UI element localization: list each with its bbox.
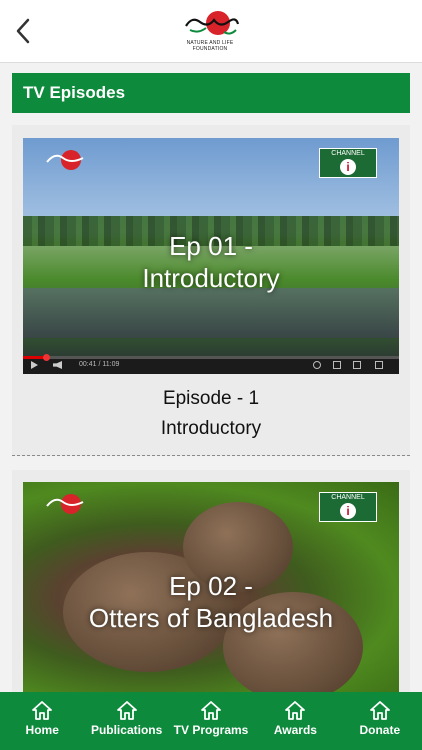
tab-publications[interactable]: Publications xyxy=(84,692,168,750)
miniplayer-icon[interactable] xyxy=(353,361,361,369)
channel-number: i xyxy=(340,503,356,519)
overlay-line-1: Ep 02 - xyxy=(169,571,253,601)
episode-name-1: Episode - 1 Introductory xyxy=(12,384,410,444)
channel-number: i xyxy=(340,159,356,175)
tab-label: Publications xyxy=(90,723,163,737)
episode-overlay-title: Ep 01 - Introductory xyxy=(23,230,399,294)
water-reflection xyxy=(23,288,399,338)
app-header: NATURE AND LIFE FOUNDATION xyxy=(0,0,422,63)
video-player-1[interactable]: CHANNEL i Ep 01 - Introductory 00:41 / 1… xyxy=(23,138,399,374)
player-time: 00:41 / 11:09 xyxy=(79,361,120,368)
watermark-logo xyxy=(46,150,84,170)
channel-badge: CHANNEL i xyxy=(319,148,377,178)
episode-overlay-title: Ep 02 - Otters of Bangladesh xyxy=(23,570,399,634)
channel-label: CHANNEL xyxy=(331,150,365,157)
home-icon xyxy=(285,701,306,720)
back-button[interactable] xyxy=(12,17,34,45)
tab-label: Donate xyxy=(359,723,401,737)
foundation-logo: NATURE AND LIFE FOUNDATION xyxy=(176,8,244,56)
fullscreen-icon[interactable] xyxy=(375,361,383,369)
section-title: TV Episodes xyxy=(23,83,126,102)
home-icon xyxy=(369,701,390,720)
logo-mark xyxy=(185,11,240,35)
tab-label: Awards xyxy=(273,723,317,737)
captions-icon[interactable] xyxy=(333,361,341,369)
episode-name-line-2: Introductory xyxy=(160,418,262,439)
video-player-2[interactable]: CHANNEL i Ep 02 - Otters of Bangladesh xyxy=(23,482,399,692)
volume-icon[interactable] xyxy=(53,361,62,369)
tab-label: Home xyxy=(25,723,59,737)
tab-label: TV Programs xyxy=(173,723,249,737)
settings-icon[interactable] xyxy=(313,361,321,369)
episode-name-line-1: Episode - 1 xyxy=(162,388,260,409)
player-controls: 00:41 / 11:09 xyxy=(23,354,399,374)
bottom-tab-bar: Home Publications TV Programs Awards Don… xyxy=(0,692,422,750)
overlay-line-2: Otters of Bangladesh xyxy=(88,603,334,633)
tab-home[interactable]: Home xyxy=(0,692,84,750)
episode-card-2[interactable]: CHANNEL i Ep 02 - Otters of Bangladesh xyxy=(12,470,410,692)
play-icon[interactable] xyxy=(31,361,38,369)
episode-card-1[interactable]: CHANNEL i Ep 01 - Introductory 00:41 / 1… xyxy=(12,125,410,456)
tab-awards[interactable]: Awards xyxy=(253,692,337,750)
channel-badge: CHANNEL i xyxy=(319,492,377,522)
progress-knob[interactable] xyxy=(42,354,50,361)
tab-tv-programs[interactable]: TV Programs xyxy=(169,692,253,750)
watermark-logo xyxy=(46,494,84,514)
logo-tagline-2: FOUNDATION xyxy=(192,46,228,52)
home-icon xyxy=(116,701,137,720)
overlay-line-1: Ep 01 - xyxy=(169,231,253,261)
chevron-left-icon xyxy=(16,18,30,44)
channel-label: CHANNEL xyxy=(331,494,365,501)
section-title-bar: TV Episodes xyxy=(12,73,410,113)
overlay-line-2: Introductory xyxy=(142,263,280,293)
home-icon xyxy=(32,701,53,720)
home-icon xyxy=(201,701,221,720)
tab-donate[interactable]: Donate xyxy=(338,692,422,750)
